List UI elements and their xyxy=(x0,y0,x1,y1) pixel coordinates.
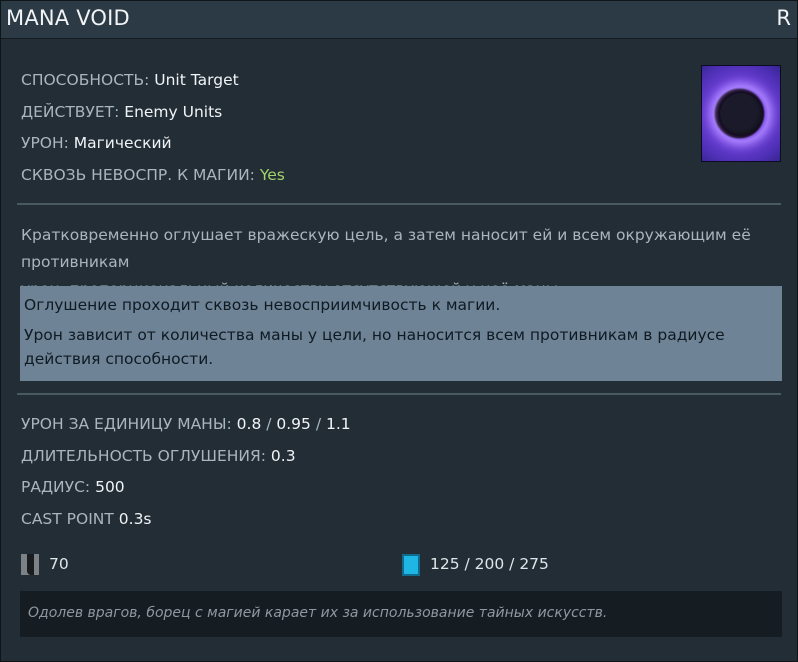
ability-tooltip: MANA VOID R СПОСОБНОСТЬ: Unit Target ДЕЙ… xyxy=(0,0,798,662)
stat-value: 0.3 xyxy=(270,446,296,465)
stat-radius: РАДИУС: 500 xyxy=(21,476,351,508)
stat-value: 500 xyxy=(95,478,125,496)
ability-stats: УРОН ЗА ЕДИНИЦУ МАНЫ: 0.8 / 0.95 / 1.1 Д… xyxy=(21,413,351,539)
note-item: Оглушение проходит сквозь невосприимчиво… xyxy=(24,296,501,314)
mana-cost-value: 125 / 200 / 275 xyxy=(430,555,549,573)
tooltip-header: MANA VOID R xyxy=(1,1,797,39)
cooldown-icon xyxy=(21,554,39,575)
stat-value: 0.95 xyxy=(276,415,311,433)
stat-value: 0.3s xyxy=(118,509,152,528)
info-row-ability: СПОСОБНОСТЬ: Unit Target xyxy=(21,69,285,101)
info-value: Магический xyxy=(73,134,172,152)
ability-info: СПОСОБНОСТЬ: Unit Target ДЕЙСТВУЕТ: Enem… xyxy=(21,69,285,195)
info-label: УРОН: xyxy=(21,134,74,152)
stat-label: CAST POINT xyxy=(21,509,119,528)
info-value: Enemy Units xyxy=(124,102,223,121)
info-value: Yes xyxy=(259,165,285,184)
info-label: СКВОЗЬ НЕВОСПР. К МАГИИ: xyxy=(21,165,260,184)
info-row-damage-type: УРОН: Магический xyxy=(21,132,285,164)
mana-cost-icon xyxy=(402,553,420,576)
info-row-affects: ДЕЙСТВУЕТ: Enemy Units xyxy=(21,101,285,133)
divider xyxy=(17,393,781,395)
info-value: Unit Target xyxy=(154,71,239,89)
note-item: Урон зависит от количества маны у цели, … xyxy=(24,326,725,368)
stat-cast-point: CAST POINT 0.3s xyxy=(21,508,351,540)
info-row-pierces-immunity: СКВОЗЬ НЕВОСПР. К МАГИИ: Yes xyxy=(21,164,285,196)
mana-cost: 125 / 200 / 275 xyxy=(402,553,549,576)
description-line: Кратковременно оглушает вражескую цель, … xyxy=(21,226,751,271)
stat-value: 1.1 xyxy=(325,415,351,433)
ability-hotkey: R xyxy=(776,6,791,30)
mana-void-ability-icon xyxy=(701,65,781,162)
ability-title: MANA VOID xyxy=(6,6,130,30)
ability-notes: Оглушение проходит сквозь невосприимчиво… xyxy=(20,286,782,381)
info-label: СПОСОБНОСТЬ: xyxy=(21,71,155,89)
stat-damage-per-mana: УРОН ЗА ЕДИНИЦУ МАНЫ: 0.8 / 0.95 / 1.1 xyxy=(21,415,351,433)
stat-label: РАДИУС: xyxy=(21,478,96,496)
stat-label: УРОН ЗА ЕДИНИЦУ МАНЫ: xyxy=(21,415,237,433)
stat-label: ДЛИТЕЛЬНОСТЬ ОГЛУШЕНИЯ: xyxy=(21,446,271,465)
cooldown: 70 xyxy=(21,553,69,575)
ability-lore: Одолев врагов, борец с магией карает их … xyxy=(20,591,782,637)
stat-value: 0.8 xyxy=(236,415,262,433)
stat-stun-duration: ДЛИТЕЛЬНОСТЬ ОГЛУШЕНИЯ: 0.3 xyxy=(21,445,351,477)
cooldown-value: 70 xyxy=(49,555,69,573)
divider xyxy=(17,203,781,205)
icon-void-core xyxy=(720,93,762,135)
info-label: ДЕЙСТВУЕТ: xyxy=(21,102,125,121)
